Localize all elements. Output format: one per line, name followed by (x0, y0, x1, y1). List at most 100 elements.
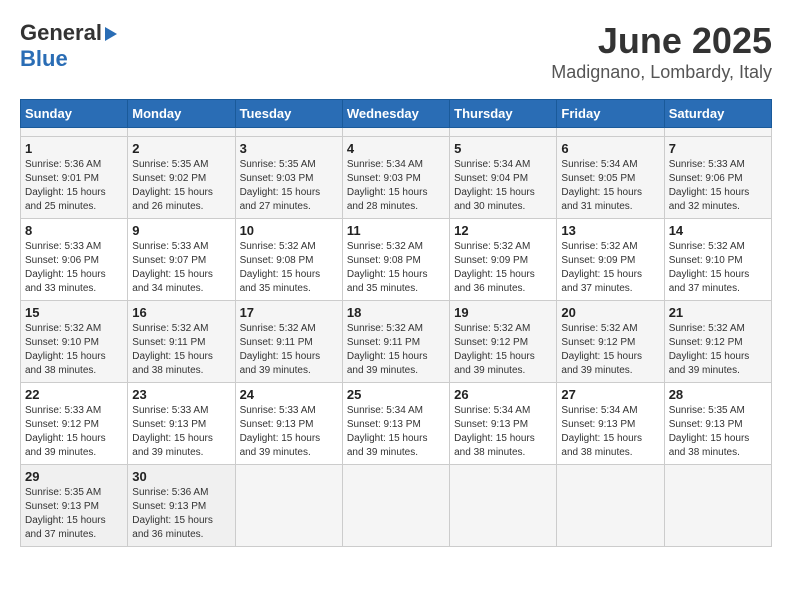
day-number: 20 (561, 305, 659, 320)
day-info: Sunrise: 5:35 AMSunset: 9:02 PMDaylight:… (132, 158, 230, 214)
day-info: Sunrise: 5:34 AMSunset: 9:13 PMDaylight:… (347, 404, 445, 460)
day-number: 6 (561, 141, 659, 156)
calendar-cell: 13 Sunrise: 5:32 AMSunset: 9:09 PMDayligh… (557, 219, 664, 301)
day-number: 23 (132, 387, 230, 402)
calendar-cell: 18 Sunrise: 5:32 AMSunset: 9:11 PMDayligh… (342, 301, 449, 383)
day-number: 21 (669, 305, 767, 320)
calendar-cell: 21 Sunrise: 5:32 AMSunset: 9:12 PMDayligh… (664, 301, 771, 383)
day-info: Sunrise: 5:34 AMSunset: 9:04 PMDaylight:… (454, 158, 552, 214)
calendar-header-row: SundayMondayTuesdayWednesdayThursdayFrid… (21, 100, 772, 128)
calendar-cell: 4Sunrise: 5:34 AMSunset: 9:03 PMDaylight… (342, 137, 449, 219)
month-title: June 2025 (551, 20, 772, 62)
calendar-cell: 14Sunrise: 5:32 AMSunset: 9:10 PMDayligh… (664, 219, 771, 301)
day-number: 16 (132, 305, 230, 320)
calendar-cell: 9Sunrise: 5:33 AMSunset: 9:07 PMDaylight… (128, 219, 235, 301)
day-info: Sunrise: 5:35 AMSunset: 9:03 PMDaylight:… (240, 158, 338, 214)
calendar-header-tuesday: Tuesday (235, 100, 342, 128)
calendar-cell: 10 Sunrise: 5:32 AMSunset: 9:08 PMDayligh… (235, 219, 342, 301)
day-number: 12 (454, 223, 552, 238)
day-number: 19 (454, 305, 552, 320)
calendar-week-row: 1Sunrise: 5:36 AMSunset: 9:01 PMDaylight… (21, 137, 772, 219)
calendar-cell (557, 465, 664, 547)
day-number: 27 (561, 387, 659, 402)
calendar-cell: 5 Sunrise: 5:34 AMSunset: 9:04 PMDaylight… (450, 137, 557, 219)
logo-blue-text: Blue (20, 46, 68, 71)
day-info: Sunrise: 5:32 AMSunset: 9:08 PMDaylight:… (240, 240, 338, 296)
day-number: 24 (240, 387, 338, 402)
day-info: Sunrise: 5:33 AMSunset: 9:12 PMDaylight:… (25, 404, 123, 460)
day-number: 30 (132, 469, 230, 484)
day-info: Sunrise: 5:34 AMSunset: 9:05 PMDaylight:… (561, 158, 659, 214)
day-number: 13 (561, 223, 659, 238)
day-number: 2 (132, 141, 230, 156)
day-number: 15 (25, 305, 123, 320)
logo-general-text: General (20, 20, 102, 46)
logo: General Blue (20, 20, 117, 72)
calendar-cell (235, 465, 342, 547)
day-number: 28 (669, 387, 767, 402)
day-number: 7 (669, 141, 767, 156)
day-info: Sunrise: 5:33 AMSunset: 9:13 PMDaylight:… (240, 404, 338, 460)
calendar-header-sunday: Sunday (21, 100, 128, 128)
day-info: Sunrise: 5:32 AMSunset: 9:12 PMDaylight:… (454, 322, 552, 378)
day-info: Sunrise: 5:32 AMSunset: 9:08 PMDaylight:… (347, 240, 445, 296)
calendar-cell: 29Sunrise: 5:35 AMSunset: 9:13 PMDayligh… (21, 465, 128, 547)
day-number: 25 (347, 387, 445, 402)
day-number: 17 (240, 305, 338, 320)
calendar-cell (450, 128, 557, 137)
day-info: Sunrise: 5:33 AMSunset: 9:06 PMDaylight:… (25, 240, 123, 296)
day-info: Sunrise: 5:36 AMSunset: 9:13 PMDaylight:… (132, 486, 230, 542)
day-info: Sunrise: 5:35 AMSunset: 9:13 PMDaylight:… (669, 404, 767, 460)
calendar-cell (450, 465, 557, 547)
calendar-cell: 12 Sunrise: 5:32 AMSunset: 9:09 PMDayligh… (450, 219, 557, 301)
calendar-cell (342, 465, 449, 547)
day-info: Sunrise: 5:32 AMSunset: 9:11 PMDaylight:… (240, 322, 338, 378)
calendar-cell: 28 Sunrise: 5:35 AMSunset: 9:13 PMDayligh… (664, 383, 771, 465)
day-info: Sunrise: 5:32 AMSunset: 9:11 PMDaylight:… (347, 322, 445, 378)
calendar-cell (21, 128, 128, 137)
calendar-header-friday: Friday (557, 100, 664, 128)
day-info: Sunrise: 5:32 AMSunset: 9:12 PMDaylight:… (561, 322, 659, 378)
day-number: 8 (25, 223, 123, 238)
calendar-week-row (21, 128, 772, 137)
day-info: Sunrise: 5:32 AMSunset: 9:12 PMDaylight:… (669, 322, 767, 378)
day-number: 14 (669, 223, 767, 238)
day-info: Sunrise: 5:34 AMSunset: 9:03 PMDaylight:… (347, 158, 445, 214)
calendar-cell (557, 128, 664, 137)
day-number: 26 (454, 387, 552, 402)
calendar-cell: 26 Sunrise: 5:34 AMSunset: 9:13 PMDayligh… (450, 383, 557, 465)
day-info: Sunrise: 5:34 AMSunset: 9:13 PMDaylight:… (561, 404, 659, 460)
day-info: Sunrise: 5:32 AMSunset: 9:10 PMDaylight:… (25, 322, 123, 378)
day-number: 10 (240, 223, 338, 238)
calendar-header-monday: Monday (128, 100, 235, 128)
day-info: Sunrise: 5:33 AMSunset: 9:13 PMDaylight:… (132, 404, 230, 460)
calendar-cell: 2 Sunrise: 5:35 AMSunset: 9:02 PMDaylight… (128, 137, 235, 219)
calendar-cell: 25 Sunrise: 5:34 AMSunset: 9:13 PMDayligh… (342, 383, 449, 465)
day-info: Sunrise: 5:32 AMSunset: 9:09 PMDaylight:… (561, 240, 659, 296)
day-number: 3 (240, 141, 338, 156)
day-info: Sunrise: 5:34 AMSunset: 9:13 PMDaylight:… (454, 404, 552, 460)
page-header: General Blue June 2025 Madignano, Lombar… (20, 20, 772, 83)
day-number: 18 (347, 305, 445, 320)
calendar-cell (664, 465, 771, 547)
calendar-cell: 22 Sunrise: 5:33 AMSunset: 9:12 PMDayligh… (21, 383, 128, 465)
calendar-cell: 20 Sunrise: 5:32 AMSunset: 9:12 PMDayligh… (557, 301, 664, 383)
calendar-header-thursday: Thursday (450, 100, 557, 128)
calendar-cell: 3 Sunrise: 5:35 AMSunset: 9:03 PMDaylight… (235, 137, 342, 219)
day-number: 1 (25, 141, 123, 156)
title-area: June 2025 Madignano, Lombardy, Italy (551, 20, 772, 83)
calendar-cell: 6 Sunrise: 5:34 AMSunset: 9:05 PMDaylight… (557, 137, 664, 219)
calendar-cell: 7 Sunrise: 5:33 AMSunset: 9:06 PMDaylight… (664, 137, 771, 219)
calendar-header-wednesday: Wednesday (342, 100, 449, 128)
day-info: Sunrise: 5:32 AMSunset: 9:09 PMDaylight:… (454, 240, 552, 296)
calendar-week-row: 22 Sunrise: 5:33 AMSunset: 9:12 PMDayligh… (21, 383, 772, 465)
day-number: 9 (132, 223, 230, 238)
calendar-cell: 1Sunrise: 5:36 AMSunset: 9:01 PMDaylight… (21, 137, 128, 219)
calendar-cell (128, 128, 235, 137)
calendar-cell: 16Sunrise: 5:32 AMSunset: 9:11 PMDayligh… (128, 301, 235, 383)
day-number: 22 (25, 387, 123, 402)
day-number: 5 (454, 141, 552, 156)
calendar-cell: 11Sunrise: 5:32 AMSunset: 9:08 PMDayligh… (342, 219, 449, 301)
calendar-cell: 8 Sunrise: 5:33 AMSunset: 9:06 PMDaylight… (21, 219, 128, 301)
day-info: Sunrise: 5:33 AMSunset: 9:06 PMDaylight:… (669, 158, 767, 214)
